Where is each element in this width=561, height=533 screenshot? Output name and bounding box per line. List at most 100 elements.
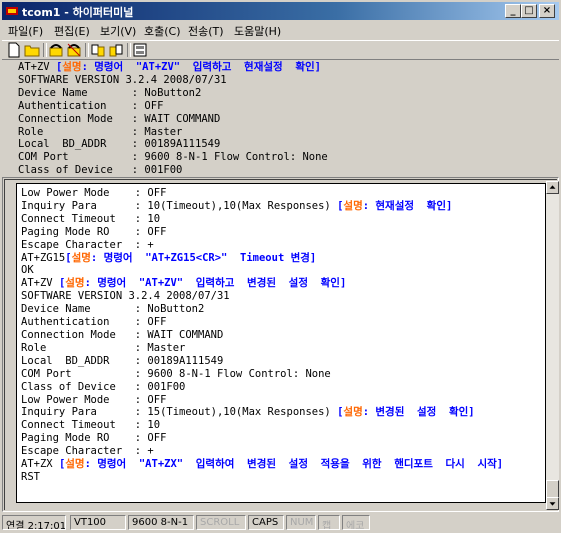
terminal-line: Authentication : OFF [21,316,503,329]
annotation-keyword: 설명 [65,458,85,471]
terminal-line: SOFTWARE VERSION 3.2.4 2008/07/31 [21,290,503,303]
annotation-note: [설명: 현재설정 확인] [337,200,452,212]
annotation-keyword: 설명 [62,61,82,73]
menu-help[interactable]: 도움말(H) [234,23,281,39]
line-text: Device Name : NoButton2 [18,86,202,99]
new-icon[interactable] [6,42,22,58]
terminal-line: Device Name : NoButton2 [21,303,503,316]
dial-phone-icon[interactable] [48,42,64,58]
toolbar-separator [85,43,89,57]
annotation-keyword: 설명 [65,277,85,290]
terminal-line: Low Power Mode : OFF [21,187,503,200]
annotation-body: : 명령어 "AT+ZG15<CR>" Timeout 변경] [90,251,317,264]
terminal-line: Device Name : NoButton2 [18,87,328,100]
menu-file[interactable]: 파일(F) [8,23,43,39]
terminal-frame: Low Power Mode : OFF Inquiry Para : 10(Ti… [2,177,559,512]
line-text: Class of Device : 001F00 [18,164,183,177]
terminal-line: AT+ZV [설명: 명령어 "AT+ZV" 입력하고 현재설정 확인] [18,61,328,74]
toolbar-separator [127,43,131,57]
line-text: Escape Character : + [21,238,154,251]
terminal-line: AT+ZX [설명: 명령어 "AT+ZX" 입력하여 변경된 설정 적용을 위… [21,458,503,471]
line-text: Class of Device : 001F00 [21,380,186,393]
terminal-line: SOFTWARE VERSION 3.2.4 2008/07/31 [18,74,328,87]
terminal-line: AT+ZG15[설명: 명령어 "AT+ZG15<CR>" Timeout 변경… [21,252,503,265]
terminal-line: Connection Mode : WAIT COMMAND [21,329,503,342]
annotation-body: : 명령어 "AT+ZX" 입력하여 변경된 설정 적용을 위한 핸디포트 다시… [84,458,504,471]
terminal-line: Class of Device : 001F00 [21,381,503,394]
line-text: AT+ZG15 [21,251,66,264]
line-text: Inquiry Para : 10(Timeout),10(Max Respon… [21,199,338,212]
annotation-keyword: 설명 [343,406,363,419]
annotation-note: [설명: 명령어 "AT+ZX" 입력하여 변경된 설정 적용을 위한 핸디포트… [59,458,503,470]
line-text: Connect Timeout : 10 [21,212,161,225]
terminal-line: COM Port : 9600 8-N-1 Flow Control: None [21,368,503,381]
terminal-line: Paging Mode RO : OFF [21,226,503,239]
hyperterminal-window: tcom1 - 하이퍼터미널 _ □ × 파일(F) 편집(E) 보기(V) 호… [0,0,561,533]
annotation-keyword: 설명 [343,199,363,212]
terminal-line: RST [21,471,503,484]
menu-call[interactable]: 호출(C) [144,23,181,39]
line-text: AT+ZX [21,458,59,471]
terminal-line: Connection Mode : WAIT COMMAND [18,113,328,126]
status-scroll-lock: SCROLL [196,515,246,530]
line-text: SOFTWARE VERSION 3.2.4 2008/07/31 [21,290,230,303]
toolbar [2,40,559,60]
properties-icon[interactable] [132,42,148,58]
scroll-up-arrow-icon[interactable] [546,181,559,194]
terminal-screen[interactable]: Low Power Mode : OFF Inquiry Para : 10(Ti… [16,183,546,503]
split-upper-pane[interactable]: AT+ZV [설명: 명령어 "AT+ZV" 입력하고 현재설정 확인] SOFT… [2,61,559,177]
status-connected-time: 연결 2:17:01 [2,515,66,530]
maximize-button[interactable]: □ [521,4,537,18]
line-text: RST [21,470,40,483]
line-text: Role : Master [21,341,186,354]
app-icon [6,7,18,15]
line-text: Paging Mode RO : OFF [21,225,167,238]
annotation-note: [설명: 명령어 "AT+ZG15<CR>" Timeout 변경] [65,252,316,264]
terminal-line: AT+ZV [설명: 명령어 "AT+ZV" 입력하고 변경된 설정 확인] [21,277,503,290]
annotation-body: : 명령어 "AT+ZV" 입력하고 변경된 설정 확인] [84,277,347,290]
terminal-line: Connect Timeout : 10 [21,213,503,226]
annotation-note: [설명: 명령어 "AT+ZV" 입력하고 현재설정 확인] [56,61,321,73]
disconnect-phone-icon[interactable] [66,42,82,58]
line-text: Authentication : OFF [21,316,167,329]
terminal-inner-frame: Low Power Mode : OFF Inquiry Para : 10(Ti… [4,179,559,510]
terminal-line: Connect Timeout : 10 [21,419,503,432]
close-button[interactable]: × [539,4,555,18]
line-text: Connection Mode : WAIT COMMAND [18,112,221,125]
line-text: OK [21,264,34,277]
menu-view[interactable]: 보기(V) [100,23,136,39]
annotation-body: : 현재설정 확인] [362,199,453,212]
line-text: Local BD_ADDR : 00189A111549 [21,354,224,367]
terminal-line: Role : Master [21,342,503,355]
send-file-icon[interactable] [90,42,106,58]
annotation-note: [설명: 명령어 "AT+ZV" 입력하고 변경된 설정 확인] [59,277,346,289]
minimize-button[interactable]: _ [505,4,521,18]
receive-file-icon[interactable] [108,42,124,58]
terminal-line: Local BD_ADDR : 00189A111549 [21,355,503,368]
status-settings: 9600 8-N-1 [128,515,194,530]
terminal-line: Low Power Mode : OFF [21,394,503,407]
line-text: COM Port : 9600 8-N-1 Flow Control: None [18,151,328,164]
title-bar[interactable]: tcom1 - 하이퍼터미널 _ □ × [2,2,559,20]
line-text: Device Name : NoButton2 [21,303,205,316]
terminal-line: Class of Device : 001F00 [18,164,328,177]
menu-edit[interactable]: 편집(E) [54,23,90,39]
terminal-line: Authentication : OFF [18,100,328,113]
line-text: SOFTWARE VERSION 3.2.4 2008/07/31 [18,73,227,86]
line-text: Paging Mode RO : OFF [21,432,167,445]
terminal-line: Role : Master [18,126,328,139]
annotation-body: : 명령어 "AT+ZV" 입력하고 현재설정 확인] [81,61,321,73]
line-text: Local BD_ADDR : 00189A111549 [18,138,221,151]
terminal-line: OK [21,264,503,277]
terminal-line: Local BD_ADDR : 00189A111549 [18,138,328,151]
open-folder-icon[interactable] [24,42,40,58]
status-capture: 캡 [318,515,340,530]
vertical-scrollbar[interactable] [546,181,559,510]
line-text: COM Port : 9600 8-N-1 Flow Control: None [21,367,331,380]
menu-transfer[interactable]: 전송(T) [188,23,224,39]
scroll-down-arrow-icon[interactable] [546,497,559,510]
toolbar-separator [43,43,47,57]
line-text: Low Power Mode : OFF [21,393,167,406]
status-emulation: VT100 [70,515,126,530]
annotation-note: [설명: 변경된 설정 확인] [337,406,475,418]
